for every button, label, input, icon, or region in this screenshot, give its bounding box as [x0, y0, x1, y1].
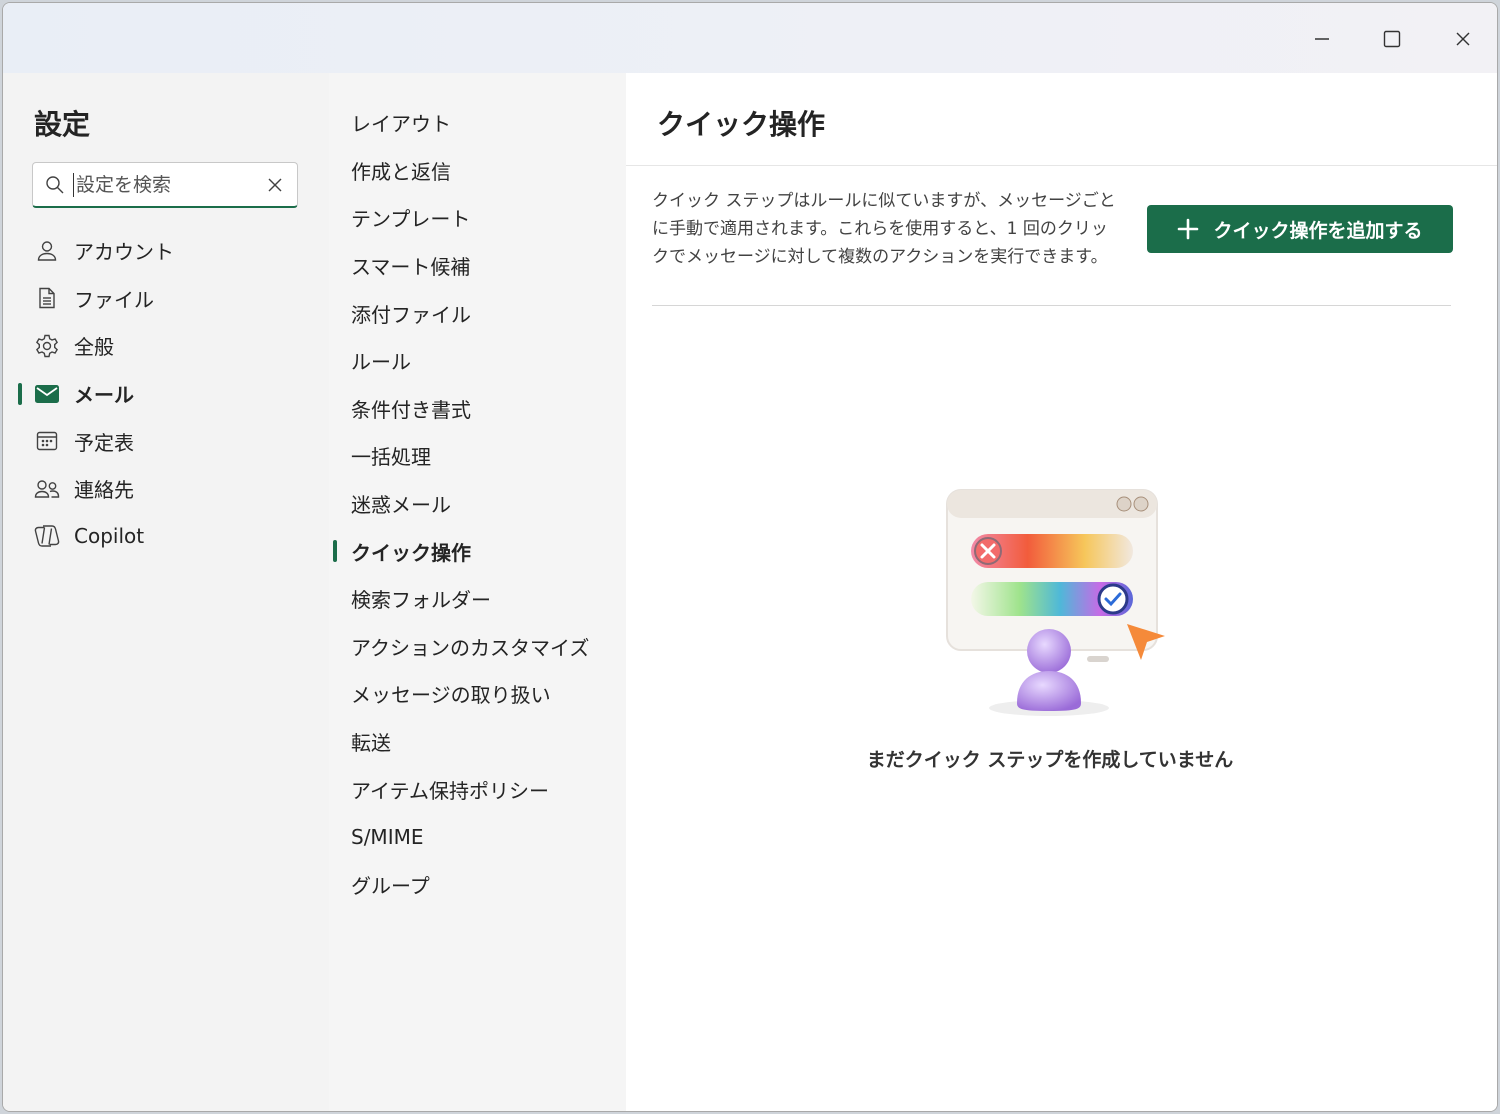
add-quick-step-button[interactable]: クイック操作を追加する [1147, 205, 1453, 253]
mail-settings-item[interactable]: スマート候補 [329, 242, 626, 290]
add-quick-step-label: クイック操作を追加する [1213, 219, 1423, 242]
settings-category-pane: 設定 アカウント ファイル [3, 73, 329, 1111]
mail-icon [34, 381, 60, 407]
settings-category-list: アカウント ファイル 全般 メール 予定表 連絡先 Copilot [3, 227, 329, 560]
mail-settings-item[interactable]: テンプレート [329, 194, 626, 242]
mail-settings-item[interactable]: レイアウト [329, 99, 626, 147]
category-mail[interactable]: メール [3, 370, 329, 418]
category-label: 全般 [74, 335, 114, 360]
category-calendar[interactable]: 予定表 [3, 417, 329, 465]
category-contacts[interactable]: 連絡先 [3, 465, 329, 513]
mail-settings-item-quick-steps[interactable]: クイック操作 [329, 527, 626, 575]
settings-search-input[interactable] [73, 172, 248, 197]
content-divider [652, 305, 1451, 306]
mail-settings-item[interactable]: ルール [329, 337, 626, 385]
mail-settings-item[interactable]: 添付ファイル [329, 289, 626, 337]
category-label: アカウント [74, 240, 174, 265]
document-icon [34, 285, 60, 311]
maximize-icon [1383, 30, 1401, 48]
mail-settings-pane: レイアウト 作成と返信 テンプレート スマート候補 添付ファイル ルール 条件付… [329, 73, 626, 1111]
header-divider [626, 165, 1497, 166]
category-general[interactable]: 全般 [3, 322, 329, 370]
mail-settings-item[interactable]: 一括処理 [329, 432, 626, 480]
mail-settings-item[interactable]: 迷惑メール [329, 480, 626, 528]
mail-settings-item[interactable]: 作成と返信 [329, 147, 626, 195]
mail-settings-item[interactable]: メッセージの取り扱い [329, 670, 626, 718]
mail-settings-item[interactable]: 条件付き書式 [329, 385, 626, 433]
people-icon [34, 476, 60, 502]
page-title: クイック操作 [657, 108, 826, 141]
minimize-button[interactable] [1292, 23, 1352, 55]
clear-search-icon[interactable] [267, 177, 283, 193]
copilot-icon [34, 523, 60, 549]
quick-steps-content: クイック操作 クイック ステップはルールに似ていますが、メッセージごとに手動で適… [626, 73, 1497, 1111]
empty-state-illustration [946, 489, 1165, 716]
category-label: ファイル [74, 287, 154, 312]
gear-icon [34, 333, 60, 359]
category-label: 連絡先 [74, 478, 134, 503]
minimize-icon [1315, 38, 1329, 40]
mail-settings-item[interactable]: アイテム保持ポリシー [329, 765, 626, 813]
plus-icon [1178, 218, 1199, 240]
calendar-icon [34, 428, 60, 454]
mail-settings-item[interactable]: 検索フォルダー [329, 575, 626, 623]
category-label: メール [74, 383, 134, 408]
mail-settings-item[interactable]: S/MIME [329, 813, 626, 861]
quick-steps-description: クイック ステップはルールに似ていますが、メッセージごとに手動で適用されます。こ… [652, 191, 1116, 267]
mail-settings-item[interactable]: グループ [329, 861, 626, 909]
category-label: 予定表 [74, 430, 134, 455]
category-account[interactable]: アカウント [3, 227, 329, 275]
settings-window: 設定 アカウント ファイル [2, 2, 1498, 1112]
maximize-button[interactable] [1362, 23, 1422, 55]
mail-settings-list: レイアウト 作成と返信 テンプレート スマート候補 添付ファイル ルール 条件付… [329, 99, 626, 908]
person-icon [34, 238, 60, 264]
empty-state-message: まだクイック ステップを作成していません [866, 749, 1234, 771]
category-copilot[interactable]: Copilot [3, 513, 329, 561]
settings-search-box[interactable] [32, 162, 298, 208]
settings-title: 設定 [34, 108, 91, 141]
close-icon [1456, 32, 1470, 46]
close-button[interactable] [1433, 23, 1493, 55]
category-label: Copilot [74, 524, 145, 549]
mail-settings-item[interactable]: アクションのカスタマイズ [329, 623, 626, 671]
search-icon [46, 175, 64, 193]
title-bar [3, 3, 1497, 73]
mail-settings-item[interactable]: 転送 [329, 718, 626, 766]
category-files[interactable]: ファイル [3, 275, 329, 323]
